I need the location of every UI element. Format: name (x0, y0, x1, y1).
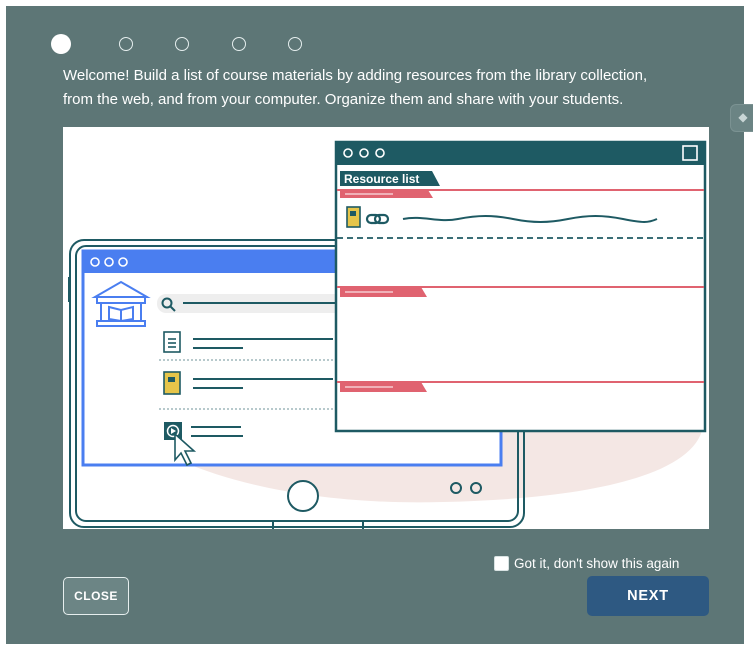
next-button[interactable]: NEXT (587, 576, 709, 616)
illustration-panel: Resource list (63, 127, 709, 529)
home-button-icon (287, 480, 319, 512)
book-icon (163, 371, 181, 395)
step-dot-3[interactable] (175, 37, 189, 51)
dont-show-again-label[interactable]: Got it, don't show this again (514, 556, 679, 571)
welcome-message: Welcome! Build a list of course material… (63, 64, 723, 112)
welcome-message-line-2: from the web, and from your computer. Or… (63, 91, 624, 108)
side-panel-tab-icon: ◆ (738, 110, 748, 124)
side-panel-tab[interactable]: ◆ (730, 104, 753, 132)
step-dot-4[interactable] (232, 37, 246, 51)
resource-list-title: Resource list (344, 172, 419, 186)
resource-list-window-illustration: Resource list (334, 140, 707, 433)
document-icon (163, 331, 181, 353)
welcome-message-line-1: Welcome! Build a list of course material… (63, 67, 648, 84)
step-dot-1-active[interactable] (51, 34, 71, 54)
book-icon (346, 206, 361, 228)
step-dot-2[interactable] (119, 37, 133, 51)
dont-show-again-option[interactable]: Got it, don't show this again (494, 553, 679, 573)
resource-list-illustration: Resource list (68, 140, 707, 529)
onboarding-modal: Welcome! Build a list of course material… (6, 6, 744, 644)
step-dot-5[interactable] (288, 37, 302, 51)
close-button[interactable]: CLOSE (63, 577, 129, 615)
dont-show-again-checkbox[interactable] (494, 555, 509, 571)
